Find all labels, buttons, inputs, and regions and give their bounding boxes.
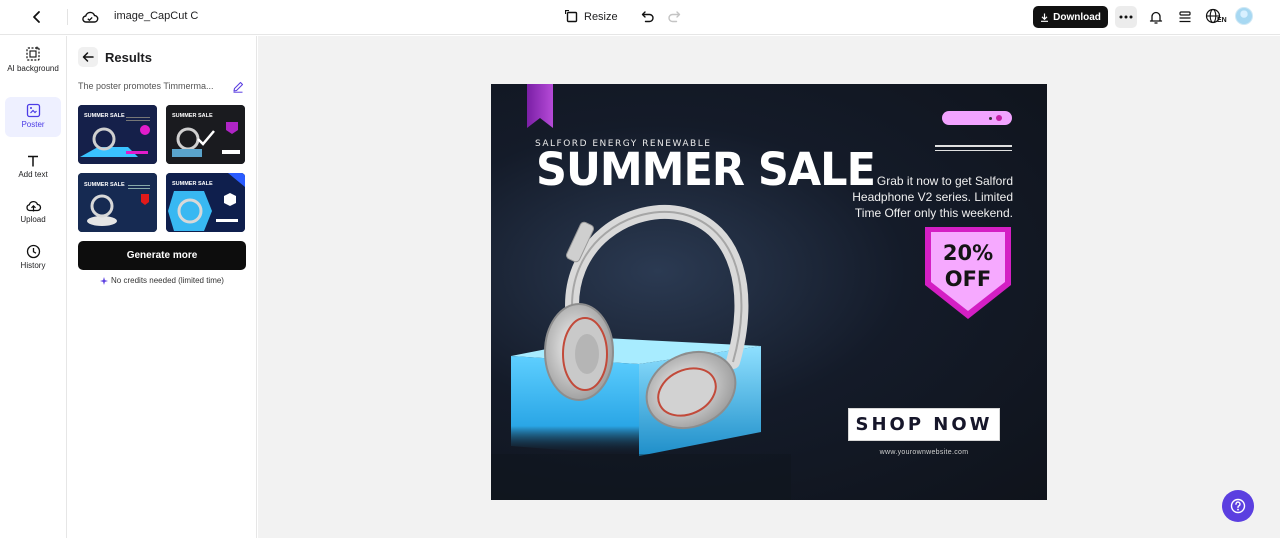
rail-item-history[interactable]: History	[5, 244, 61, 274]
discount-line-2: OFF	[944, 267, 992, 291]
credits-note: No credits needed (limited time)	[78, 276, 246, 285]
top-bar: image_CapCut C Resize Download EN	[0, 0, 1280, 35]
ribbon-decoration	[527, 84, 553, 128]
arrow-left-icon	[82, 52, 94, 62]
undo-icon	[641, 11, 654, 23]
redo-icon	[668, 11, 681, 23]
back-button[interactable]	[27, 7, 47, 27]
discount-line-1: 20%	[942, 241, 994, 265]
headphones-image	[544, 204, 749, 429]
help-button[interactable]	[1222, 490, 1254, 522]
pencil-icon	[233, 81, 244, 93]
poster-website-url: www.yourownwebsite.com	[879, 449, 969, 456]
notifications-button[interactable]	[1146, 7, 1166, 27]
download-label: Download	[1053, 11, 1101, 23]
credits-note-text: No credits needed (limited time)	[111, 276, 224, 285]
rail-label-upload: Upload	[20, 215, 46, 224]
more-options-button[interactable]	[1115, 6, 1137, 28]
generate-more-button[interactable]: Generate more	[78, 241, 246, 270]
thumbnail-preview-1: SUMMER SALE	[78, 105, 157, 164]
toolbar-divider	[67, 9, 68, 25]
rail-item-poster[interactable]: Poster	[5, 97, 61, 137]
language-code: EN	[1217, 17, 1227, 24]
rail-label-add-text: Add text	[18, 170, 48, 179]
user-avatar[interactable]	[1235, 7, 1253, 25]
rail-item-upload[interactable]: Upload	[5, 199, 61, 229]
layers-button[interactable]	[1175, 7, 1195, 27]
edit-prompt-button[interactable]	[232, 80, 244, 93]
undo-button[interactable]	[639, 7, 657, 27]
result-thumbnail-1[interactable]: SUMMER SALE	[78, 105, 157, 164]
thumbnail-caption-1: SUMMER SALE	[84, 113, 125, 119]
thumbnail-caption-3: SUMMER SALE	[84, 182, 125, 188]
thumbnail-preview-4: SUMMER SALE	[166, 173, 245, 232]
language-button[interactable]: EN	[1205, 6, 1229, 28]
rail-item-add-text[interactable]: Add text	[5, 154, 61, 184]
tool-rail: AI background Poster Add text Upload His…	[0, 36, 67, 538]
pill-dot-decoration	[996, 115, 1002, 121]
more-icon	[1119, 15, 1133, 19]
results-panel: Results The poster promotes Timmerma... …	[68, 36, 257, 538]
rail-item-ai-background[interactable]: AI background	[5, 45, 61, 89]
shop-now-button[interactable]: SHOP NOW	[848, 408, 1000, 441]
pill-dot-decoration	[989, 117, 992, 120]
resize-button[interactable]: Resize	[565, 7, 618, 27]
poster-headline: SUMMER SALE	[536, 144, 876, 197]
history-icon	[26, 244, 40, 259]
result-thumbnail-3[interactable]: SUMMER SALE	[78, 173, 157, 232]
poster-description: Grab it now to get Salford Headphone V2 …	[852, 174, 1013, 220]
download-icon	[1041, 13, 1049, 22]
chevron-left-icon	[33, 11, 40, 23]
resize-label: Resize	[584, 11, 618, 23]
thumbnail-preview-3: SUMMER SALE	[78, 173, 157, 232]
prompt-text: The poster promotes Timmerma...	[78, 81, 214, 91]
download-button[interactable]: Download	[1033, 6, 1108, 28]
redo-button[interactable]	[665, 7, 683, 27]
thumbnail-caption-2: SUMMER SALE	[172, 113, 213, 119]
discount-text: 20% OFF	[923, 240, 1013, 292]
cloud-icon	[82, 11, 99, 23]
cloud-save-button[interactable]	[80, 7, 100, 27]
rail-label-history: History	[20, 261, 46, 270]
resize-icon	[565, 10, 578, 23]
results-title: Results	[105, 50, 152, 65]
divider-line-decoration	[935, 145, 1012, 147]
poster-icon	[26, 103, 40, 118]
rail-label-ai-background: AI background	[7, 64, 59, 73]
ai-background-icon	[26, 46, 40, 61]
text-icon	[28, 155, 38, 167]
canvas-area: SALFORD ENERGY RENEWABLE SUMMER SALE Gra…	[258, 36, 1280, 538]
document-title[interactable]: image_CapCut C	[114, 10, 198, 22]
upload-icon	[25, 201, 41, 212]
rail-label-poster: Poster	[21, 120, 45, 129]
divider-line-decoration	[935, 150, 1012, 151]
help-icon	[1230, 498, 1246, 514]
bell-icon	[1149, 11, 1163, 24]
results-back-button[interactable]	[78, 47, 98, 67]
poster-canvas[interactable]: SALFORD ENERGY RENEWABLE SUMMER SALE Gra…	[491, 84, 1047, 500]
layers-icon	[1179, 11, 1191, 23]
thumbnail-caption-4: SUMMER SALE	[172, 181, 213, 187]
sparkle-icon	[100, 276, 109, 285]
result-thumbnail-2[interactable]: SUMMER SALE	[166, 105, 245, 164]
thumbnail-preview-2: SUMMER SALE	[166, 105, 245, 164]
result-thumbnail-4[interactable]: SUMMER SALE	[166, 173, 245, 232]
capcut-editor: image_CapCut C Resize Download EN AI bac…	[0, 0, 1280, 538]
